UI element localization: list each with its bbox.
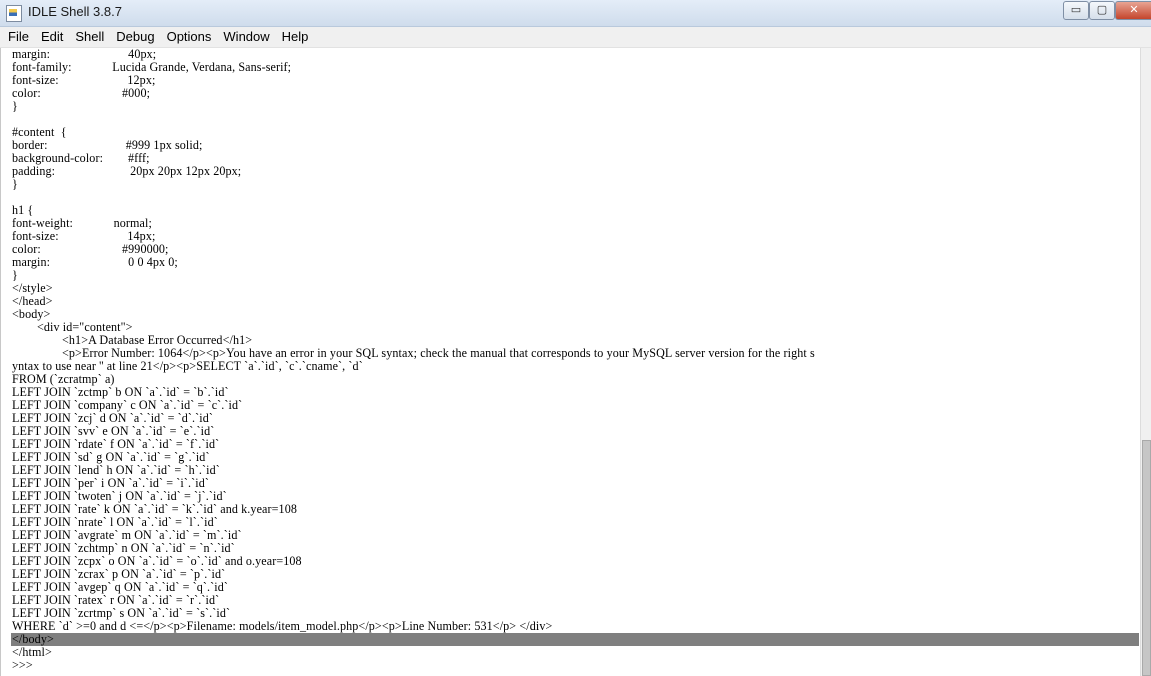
close-button[interactable]: ✕ <box>1115 1 1151 20</box>
shell-line: } <box>12 268 18 282</box>
shell-line: color: #990000; <box>12 242 169 256</box>
menu-help[interactable]: Help <box>276 27 315 47</box>
shell-line: WHERE `d` >=0 and d <=</p><p>Filename: m… <box>12 619 553 633</box>
shell-line: margin: 0 0 4px 0; <box>12 255 178 269</box>
shell-line: font-size: 12px; <box>12 73 156 87</box>
title-bar: IDLE Shell 3.8.7 ▭ ▢ ✕ <box>0 0 1151 27</box>
shell-line: padding: 20px 20px 12px 20px; <box>12 164 242 178</box>
maximize-button[interactable]: ▢ <box>1089 1 1115 20</box>
menu-window[interactable]: Window <box>217 27 275 47</box>
shell-line: </style> <box>12 281 53 295</box>
menu-options[interactable]: Options <box>161 27 218 47</box>
shell-line: <body> <box>12 307 51 321</box>
shell-output: margin: 40px; font-family: Lucida Grande,… <box>11 48 1139 672</box>
shell-line: </head> <box>12 294 53 308</box>
menu-edit[interactable]: Edit <box>35 27 69 47</box>
shell-line: border: #999 1px solid; <box>12 138 203 152</box>
shell-line: font-family: Lucida Grande, Verdana, San… <box>12 60 292 74</box>
idle-app-icon <box>6 5 22 22</box>
shell-line: font-weight: normal; <box>12 216 152 230</box>
scrollbar-thumb[interactable] <box>1142 440 1151 676</box>
shell-line: color: #000; <box>12 86 151 100</box>
shell-text-area[interactable]: margin: 40px; font-family: Lucida Grande,… <box>0 48 1141 676</box>
window-title: IDLE Shell 3.8.7 <box>28 4 122 19</box>
shell-line: font-size: 14px; <box>12 229 156 243</box>
shell-line: </body> <box>11 633 1139 646</box>
menu-file[interactable]: File <box>0 27 35 47</box>
shell-line: h1 { <box>12 203 34 217</box>
shell-line: } <box>12 99 18 113</box>
shell-prompt-line: >>> <box>12 658 36 672</box>
shell-line: } <box>12 177 18 191</box>
menu-bar: File Edit Shell Debug Options Window Hel… <box>0 27 1151 48</box>
minimize-button[interactable]: ▭ <box>1063 1 1089 20</box>
vertical-scrollbar[interactable] <box>1140 48 1151 676</box>
shell-line: yntax to use near '' at line 21</p><p>SE… <box>12 359 363 373</box>
menu-shell[interactable]: Shell <box>69 27 110 47</box>
shell-line: </html> <box>12 645 52 659</box>
menu-debug[interactable]: Debug <box>110 27 160 47</box>
